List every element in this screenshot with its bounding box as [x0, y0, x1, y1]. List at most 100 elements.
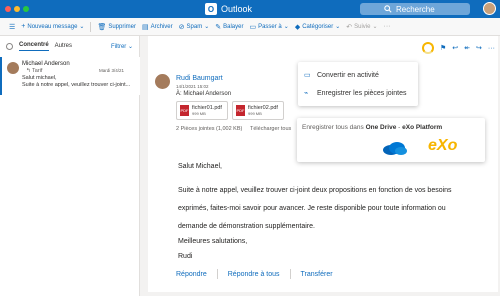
- filter-button[interactable]: Filtrer ⌄: [111, 43, 133, 50]
- more-options-button[interactable]: ···: [381, 20, 394, 34]
- message-date: Mardi 3/4/21: [98, 68, 124, 73]
- message-sender: Michael Anderson: [22, 61, 70, 67]
- body-closing: Meilleures salutations,: [178, 238, 248, 245]
- block-icon: ⊘: [178, 23, 185, 31]
- search-icon: [384, 5, 392, 13]
- reply-link[interactable]: Répondre: [176, 271, 207, 278]
- sweep-button[interactable]: ✎ Balayer: [212, 20, 246, 34]
- search-label: Recherche: [396, 4, 435, 14]
- close-window-button[interactable]: [5, 6, 11, 12]
- message-subject: ↰ Tarif: [26, 68, 42, 74]
- attachment-card[interactable]: PDF fichier02.pdf 999 MB: [232, 101, 284, 120]
- save-popup-title: Enregistrer tous dans One Drive - eXo Pl…: [302, 124, 442, 131]
- chevron-down-icon: ⌄: [204, 24, 210, 30]
- app-title-label: Outlook: [221, 4, 253, 14]
- reply-divider: [289, 269, 291, 279]
- reply-divider: [216, 269, 218, 279]
- new-message-button[interactable]: + Nouveau message ⌄: [18, 20, 87, 34]
- exo-addin-menu: ▭ Convertir en activité ⌁ Enregistrer le…: [298, 62, 418, 106]
- categorize-button[interactable]: ◆ Catégoriser ⌄: [292, 20, 343, 34]
- onedrive-label: One Drive: [365, 124, 397, 131]
- menu-item-convert-activity[interactable]: ▭ Convertir en activité: [304, 71, 379, 80]
- user-avatar[interactable]: [483, 2, 496, 15]
- save-destination-popup: Enregistrer tous dans One Drive - eXo Pl…: [297, 118, 485, 162]
- recipient-line: À: Michael Anderson: [176, 91, 232, 97]
- folder-move-icon: ▭: [249, 23, 257, 31]
- pdf-icon: PDF: [180, 105, 189, 116]
- tab-other[interactable]: Autres: [55, 43, 72, 49]
- menu-item-label: Convertir en activité: [317, 71, 379, 79]
- command-toolbar: ☰ + Nouveau message ⌄ 🗑 Supprimer ▤ Archiver…: [0, 18, 500, 36]
- new-message-label: Nouveau message: [27, 23, 78, 30]
- trash-icon: 🗑: [97, 23, 107, 31]
- undo-icon: ↶: [346, 23, 353, 31]
- message-preview: Suite à notre appel, veuillez trouver ci…: [22, 82, 131, 88]
- exo-addin-icon[interactable]: [422, 42, 434, 54]
- follow-up-label: Suivie: [354, 23, 371, 30]
- pdf-icon: PDF: [236, 105, 245, 116]
- attachments-summary: 2 Pièces jointes (1,002 KB): [176, 126, 243, 132]
- onedrive-icon[interactable]: [382, 140, 408, 158]
- menu-item-save-attachments[interactable]: ⌁ Enregistrer les pièces jointes: [304, 89, 407, 98]
- reply-all-link[interactable]: Répondre à tous: [228, 271, 280, 278]
- archive-icon: ▤: [142, 23, 149, 31]
- sender-name[interactable]: Rudi Baumgart: [176, 75, 223, 82]
- window-controls: [5, 6, 29, 12]
- reply-all-icon[interactable]: ↞: [464, 44, 470, 52]
- message-timestamp: 14/1/2021 15:02: [176, 84, 209, 89]
- flag-icon[interactable]: ⚑: [440, 44, 446, 52]
- menu-item-label: Enregistrer les pièces jointes: [317, 89, 407, 97]
- minimize-window-button[interactable]: [14, 6, 20, 12]
- move-to-button[interactable]: ▭ Passer à ⌄: [246, 20, 291, 34]
- body-greeting: Salut Michael,: [178, 163, 222, 170]
- archive-button[interactable]: ▤ Archiver: [139, 20, 176, 34]
- list-item[interactable]: Michael Anderson ↰ Tarif Mardi 3/4/21 Sa…: [0, 57, 140, 95]
- forward-link[interactable]: Transférer: [301, 271, 333, 278]
- monitor-icon: ▭: [304, 72, 311, 79]
- forward-icon[interactable]: ↪: [476, 44, 482, 52]
- archive-label: Archiver: [150, 23, 173, 30]
- select-all-checkbox[interactable]: [6, 42, 13, 50]
- attachment-card[interactable]: PDF fichier01.pdf 999 MB: [176, 101, 228, 120]
- chevron-down-icon: ⌄: [335, 24, 341, 30]
- filter-label: Filtrer: [110, 44, 127, 50]
- move-to-label: Passer à: [258, 23, 282, 30]
- broom-icon: ✎: [215, 23, 222, 31]
- follow-up-button[interactable]: ↶ Suivie ⌄: [343, 20, 380, 34]
- more-icon[interactable]: ···: [488, 45, 495, 52]
- sender-avatar: [7, 62, 19, 74]
- separator: -: [398, 124, 401, 131]
- reply-icon[interactable]: ↩: [452, 44, 458, 52]
- attachment-size: 999 MB: [248, 111, 262, 116]
- maximize-window-button[interactable]: [23, 6, 29, 12]
- spam-button[interactable]: ⊘ Spam ⌄: [176, 20, 213, 34]
- delete-label: Supprimer: [108, 23, 137, 30]
- chevron-down-icon: ⌄: [372, 24, 378, 30]
- body-signature: Rudi: [178, 253, 193, 260]
- download-all-link[interactable]: Télécharger tous: [250, 126, 291, 132]
- exo-label: eXo Platform: [402, 124, 443, 131]
- attachment-size: 999 MB: [192, 111, 206, 116]
- delete-button[interactable]: 🗑 Supprimer: [94, 20, 139, 34]
- body-text: demande de démonstration supplémentaire.: [178, 223, 315, 230]
- message-list-pane: Concentré Autres Filtrer ⌄ Michael Ander…: [0, 36, 140, 296]
- toolbar-divider: [90, 21, 92, 32]
- tab-focused[interactable]: Concentré: [19, 42, 49, 51]
- exo-platform-logo[interactable]: eXo: [428, 137, 457, 155]
- title-bar: O Outlook Recherche: [0, 0, 500, 18]
- body-text: exprimés, faites-moi savoir pour avancer…: [178, 205, 446, 212]
- more-icon: ···: [383, 23, 391, 30]
- save-prefix: Enregistrer tous dans: [302, 124, 364, 131]
- menu-toggle-button[interactable]: ☰: [6, 20, 18, 34]
- search-box[interactable]: Recherche: [360, 3, 470, 15]
- plus-icon: +: [21, 23, 26, 30]
- reply-bar: Répondre Répondre à tous Transférer: [176, 269, 333, 279]
- categorize-label: Catégoriser: [302, 23, 334, 30]
- tag-icon: ◆: [294, 23, 301, 31]
- hamburger-icon: ☰: [9, 23, 16, 31]
- spam-label: Spam: [186, 23, 203, 30]
- message-subject-label: Tarif: [32, 68, 43, 74]
- message-actions: ⚑ ↩ ↞ ↪ ···: [422, 42, 495, 54]
- app-title: O Outlook: [205, 3, 252, 15]
- chevron-down-icon: ⌄: [79, 24, 85, 30]
